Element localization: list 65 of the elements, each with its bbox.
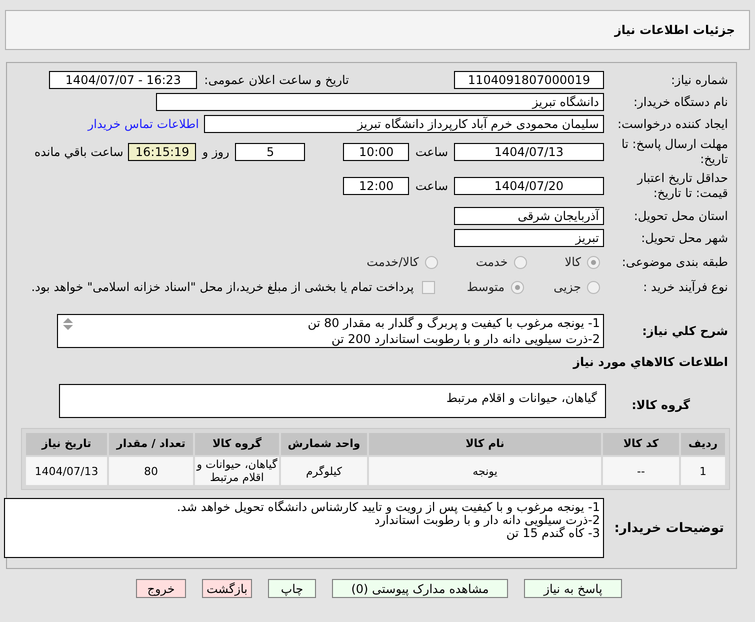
- table-cell: 1: [681, 457, 725, 485]
- action-button[interactable]: بازگشت: [202, 579, 252, 598]
- page-title: جزئیات اطلاعات نیاز: [614, 22, 735, 39]
- text-field[interactable]: 12:00: [343, 177, 410, 195]
- text-field[interactable]: 1404/07/07 - 16:23: [49, 71, 198, 89]
- table-cell: 80: [109, 457, 193, 485]
- field-label: نوع فرآیند خرید :: [642, 280, 729, 294]
- text-field[interactable]: 5: [235, 143, 306, 161]
- field-label: شماره نیاز:: [670, 72, 729, 88]
- radio-button[interactable]: [510, 280, 524, 294]
- column-header: گروه کالا: [195, 433, 279, 455]
- table-cell: 1404/07/13: [26, 457, 107, 485]
- table-cell: کیلوگرم: [281, 457, 367, 485]
- checkbox[interactable]: [422, 280, 435, 294]
- column-header: واحد شمارش: [281, 433, 367, 455]
- field-label: متوسط: [466, 279, 505, 296]
- goods-group-field[interactable]: گیاهان، حیوانات و اقلام مرتبط: [59, 384, 606, 418]
- text-field[interactable]: 1404/07/20: [454, 177, 604, 195]
- text-field[interactable]: سلیمان محمودی خرم آباد کارپرداز دانشگاه تبریز: [204, 115, 604, 133]
- radio-button[interactable]: [587, 280, 600, 294]
- field-label: کالا: [564, 254, 581, 271]
- column-header: نام کالا: [369, 433, 601, 455]
- field-label: ساعت باقي مانده: [34, 144, 124, 161]
- action-button[interactable]: خروج: [136, 579, 186, 598]
- field-label: کالا/خدمت: [366, 254, 419, 271]
- field-label: شرح کلي نياز:: [641, 324, 729, 338]
- column-header: تاریخ نیاز: [26, 433, 107, 455]
- text-field[interactable]: آذربایجان شرقی: [454, 207, 604, 225]
- field-label: حداقل تاریخ اعتبار قیمت: تا تاریخ:: [636, 171, 729, 201]
- action-button[interactable]: چاپ: [268, 579, 316, 598]
- radio-button[interactable]: [514, 256, 527, 268]
- field-label: ایجاد کننده درخواست:: [616, 116, 729, 132]
- countdown-field[interactable]: 16:15:19: [128, 143, 196, 161]
- radio-button[interactable]: [424, 256, 438, 268]
- action-button[interactable]: پاسخ به نیاز: [524, 579, 622, 598]
- text-field[interactable]: 10:00: [343, 143, 410, 161]
- field-label: توضیحات خریدار:: [613, 520, 725, 536]
- text-field[interactable]: تبریز: [454, 229, 604, 247]
- field-label: پرداخت تمام یا بخشی از مبلغ خرید،از محل "اسناد خزانه اسلامی" خواهد بود.: [31, 279, 414, 296]
- column-header: کد کالا: [603, 433, 679, 455]
- column-header: ردیف: [681, 433, 725, 455]
- text-field[interactable]: 1404/07/13: [454, 143, 604, 161]
- field-label: مهلت ارسال پاسخ: تا تاریخ:: [620, 137, 729, 167]
- field-label: تاریخ و ساعت اعلان عمومی:: [204, 72, 349, 89]
- table-cell: یونجه: [369, 457, 601, 485]
- field-label: نام دستگاه خریدار:: [632, 94, 729, 110]
- contact-link[interactable]: اطلاعات تماس خریدار: [88, 115, 199, 133]
- section-title: اطلاعات کالاهاي مورد نياز: [573, 354, 729, 371]
- notes-field[interactable]: 1- یونجه مرغوب و با کیفیت پس از رویت و تایید کارشناس دانشگاه تحویل خواهد شد. 2-ذرت سیلویی دانه دار و با رطوبت استاندارد 3- کاه گندم 15 تن: [4, 498, 604, 558]
- text-field[interactable]: دانشگاه تبریز: [156, 93, 604, 111]
- field-label: استان محل تحویل:: [632, 208, 729, 224]
- action-button[interactable]: مشاهده مدارک پیوستی (0): [332, 579, 508, 598]
- radio-button[interactable]: [587, 256, 600, 268]
- field-label: روز و: [202, 144, 230, 161]
- field-label: جزیی: [554, 279, 581, 296]
- field-label: ساعت: [415, 144, 448, 161]
- table-cell: گیاهان، حیوانات و اقلام مرتبط: [195, 457, 279, 485]
- text-field[interactable]: 1104091807000019: [454, 71, 604, 89]
- field-label: شهر محل تحویل:: [640, 230, 729, 246]
- field-label: ساعت: [415, 178, 448, 195]
- column-header: تعداد / مقدار: [109, 433, 193, 455]
- table-cell: --: [603, 457, 679, 485]
- field-label: خدمت: [476, 254, 508, 271]
- field-label: گروه کالا:: [630, 396, 691, 412]
- field-label: طبقه بندی موضوعی:: [620, 254, 729, 270]
